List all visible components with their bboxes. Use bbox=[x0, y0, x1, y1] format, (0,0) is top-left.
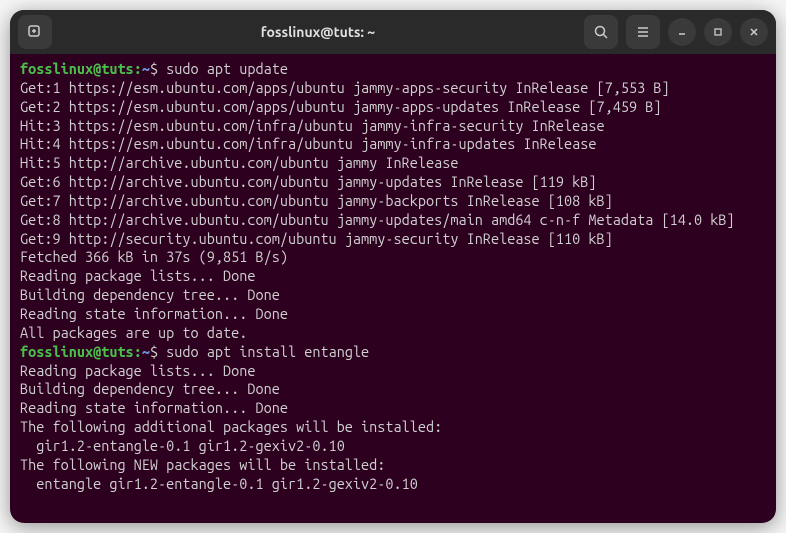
output-line: Get:7 http://archive.ubuntu.com/ubuntu j… bbox=[20, 192, 766, 211]
command-text: sudo apt install entangle bbox=[158, 343, 369, 360]
close-icon bbox=[748, 26, 760, 38]
output-line: entangle gir1.2-entangle-0.1 gir1.2-gexi… bbox=[20, 475, 766, 494]
prompt-colon: : bbox=[134, 343, 142, 360]
terminal-window: fosslinux@tuts: ~ bbox=[10, 10, 776, 523]
prompt-path: ~ bbox=[142, 343, 150, 360]
output-line: gir1.2-entangle-0.1 gir1.2-gexiv2-0.10 bbox=[20, 437, 766, 456]
output-line: Reading state information... Done bbox=[20, 305, 766, 324]
output-line: The following additional packages will b… bbox=[20, 418, 766, 437]
output-line: Get:1 https://esm.ubuntu.com/apps/ubuntu… bbox=[20, 79, 766, 98]
menu-button[interactable] bbox=[626, 15, 660, 49]
output-line: Hit:4 https://esm.ubuntu.com/infra/ubunt… bbox=[20, 135, 766, 154]
prompt-dollar: $ bbox=[150, 60, 158, 77]
prompt-user: fosslinux@tuts bbox=[20, 343, 134, 360]
output-line: Get:2 https://esm.ubuntu.com/apps/ubuntu… bbox=[20, 98, 766, 117]
prompt-line: fosslinux@tuts:~$ sudo apt update bbox=[20, 60, 766, 79]
command-text: sudo apt update bbox=[158, 60, 288, 77]
output-line: Hit:3 https://esm.ubuntu.com/infra/ubunt… bbox=[20, 117, 766, 136]
prompt-colon: : bbox=[134, 60, 142, 77]
close-button[interactable] bbox=[740, 18, 768, 46]
new-tab-button[interactable] bbox=[18, 15, 52, 49]
titlebar-right bbox=[584, 15, 768, 49]
titlebar: fosslinux@tuts: ~ bbox=[10, 10, 776, 54]
output-line: Hit:5 http://archive.ubuntu.com/ubuntu j… bbox=[20, 154, 766, 173]
output-line: Get:9 http://security.ubuntu.com/ubuntu … bbox=[20, 230, 766, 249]
output-line: Reading state information... Done bbox=[20, 399, 766, 418]
output-line: Fetched 366 kB in 37s (9,851 B/s) bbox=[20, 248, 766, 267]
output-line: Get:8 http://archive.ubuntu.com/ubuntu j… bbox=[20, 211, 766, 230]
output-line: Get:6 http://archive.ubuntu.com/ubuntu j… bbox=[20, 173, 766, 192]
maximize-icon bbox=[712, 26, 724, 38]
search-button[interactable] bbox=[584, 15, 618, 49]
hamburger-icon bbox=[635, 24, 651, 40]
minimize-icon bbox=[676, 26, 688, 38]
prompt-user: fosslinux@tuts bbox=[20, 60, 134, 77]
output-line: Reading package lists... Done bbox=[20, 267, 766, 286]
output-line: Building dependency tree... Done bbox=[20, 380, 766, 399]
window-title: fosslinux@tuts: ~ bbox=[52, 24, 584, 40]
output-line: Reading package lists... Done bbox=[20, 362, 766, 381]
search-icon bbox=[593, 24, 609, 40]
output-line: The following NEW packages will be insta… bbox=[20, 456, 766, 475]
minimize-button[interactable] bbox=[668, 18, 696, 46]
terminal-body[interactable]: fosslinux@tuts:~$ sudo apt update Get:1 … bbox=[10, 54, 776, 523]
prompt-line: fosslinux@tuts:~$ sudo apt install entan… bbox=[20, 343, 766, 362]
new-tab-icon bbox=[27, 24, 43, 40]
titlebar-left bbox=[18, 15, 52, 49]
prompt-path: ~ bbox=[142, 60, 150, 77]
prompt-dollar: $ bbox=[150, 343, 158, 360]
output-line: All packages are up to date. bbox=[20, 324, 766, 343]
output-line: Building dependency tree... Done bbox=[20, 286, 766, 305]
maximize-button[interactable] bbox=[704, 18, 732, 46]
